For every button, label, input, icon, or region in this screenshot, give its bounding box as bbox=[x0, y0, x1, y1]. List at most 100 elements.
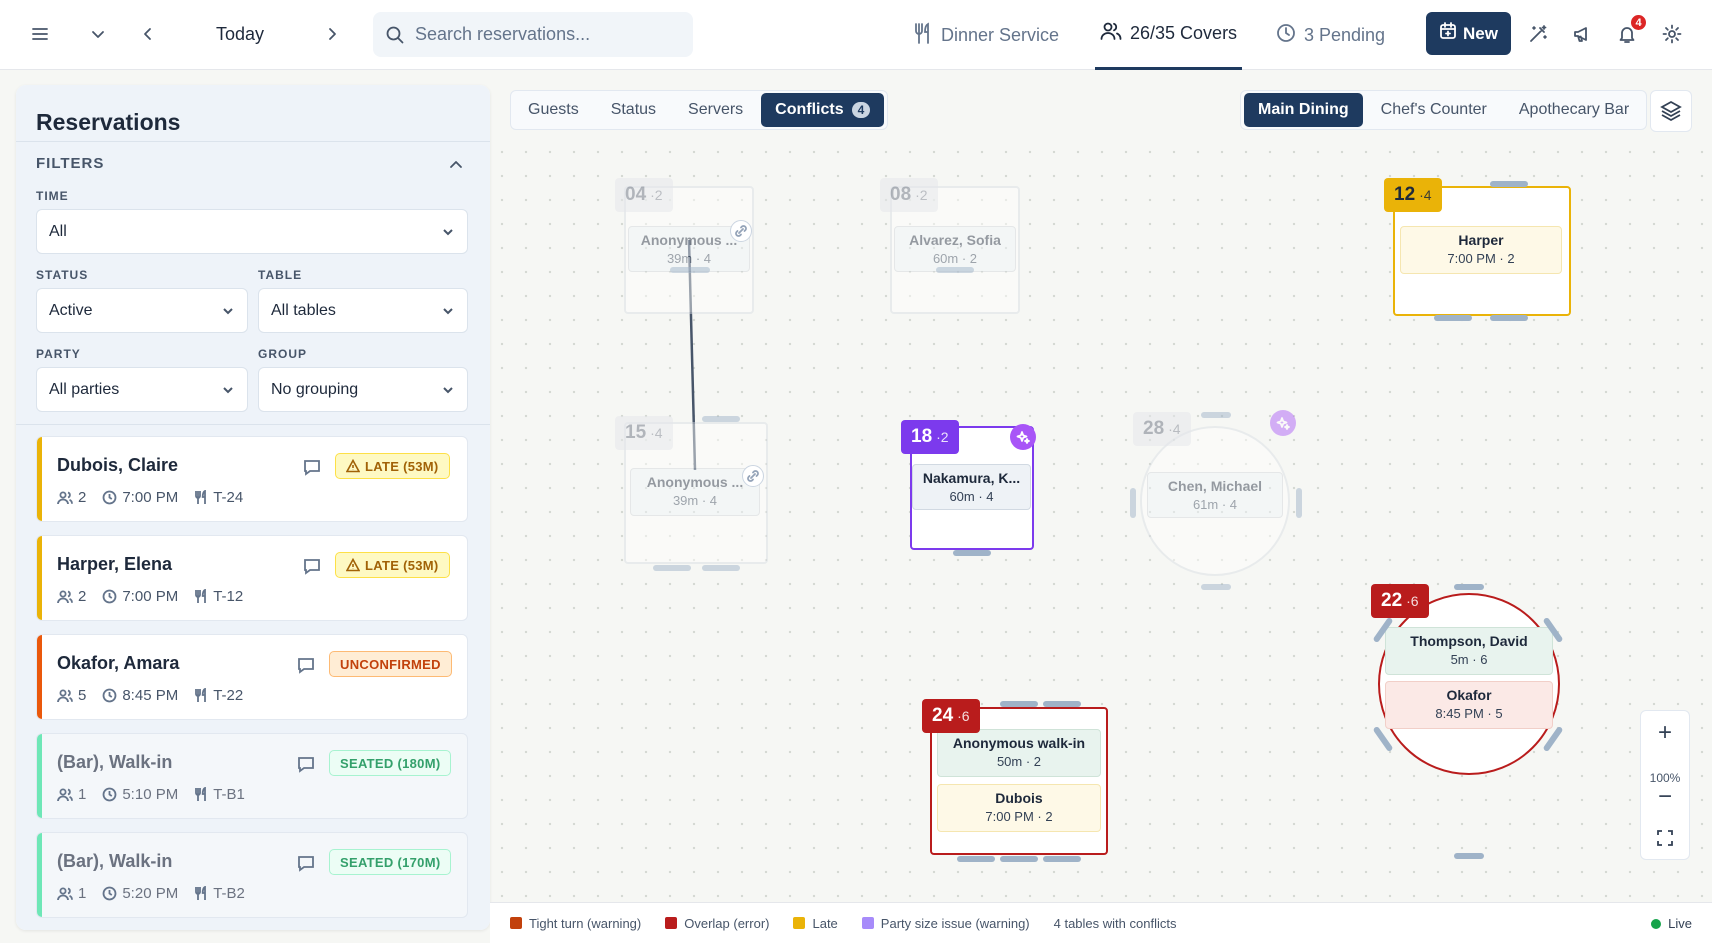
chevron-down-icon bbox=[443, 228, 453, 235]
group-filter-select[interactable]: No grouping bbox=[258, 367, 468, 412]
party-size: 1 bbox=[57, 786, 86, 803]
pending-label: 3 Pending bbox=[1304, 24, 1386, 45]
pending-tab[interactable]: 3 Pending bbox=[1276, 0, 1385, 70]
note-icon[interactable] bbox=[296, 655, 316, 680]
zoom-out-button[interactable]: − bbox=[1641, 783, 1689, 811]
reservation-chip[interactable]: Alvarez, Sofia 60m · 2 bbox=[894, 226, 1016, 272]
tab-conflicts[interactable]: Conflicts 4 bbox=[761, 93, 885, 127]
reservation-detail: 50m · 2 bbox=[996, 754, 1042, 769]
covers-tab[interactable]: 26/35 Covers bbox=[1095, 0, 1243, 70]
next-day-button[interactable] bbox=[318, 20, 346, 48]
table-22[interactable]: Thompson, David 5m · 6 Okafor 8:45 PM · … bbox=[1378, 593, 1560, 775]
table-capacity: ·2 bbox=[915, 187, 928, 203]
prev-day-button[interactable] bbox=[134, 20, 162, 48]
note-icon[interactable] bbox=[302, 556, 322, 581]
status-text: SEATED (180M) bbox=[340, 755, 441, 771]
service-selector[interactable]: Dinner Service bbox=[913, 0, 1059, 70]
layers-button[interactable] bbox=[1650, 90, 1692, 132]
table-capacity: ·4 bbox=[650, 425, 663, 441]
time-filter-select[interactable]: All bbox=[36, 209, 468, 254]
chevron-down-icon[interactable] bbox=[84, 20, 112, 48]
filters-section: Reservations FILTERS TIME All STATUS Act… bbox=[16, 85, 490, 425]
status-badge: UNCONFIRMED bbox=[329, 651, 452, 677]
party-filter-select[interactable]: All parties bbox=[36, 367, 248, 412]
table-08-label: 08·2 bbox=[880, 178, 938, 212]
reservation-chip[interactable]: Okafor 8:45 PM · 5 bbox=[1385, 681, 1553, 729]
reservation-time: 7:00 PM bbox=[102, 489, 178, 506]
reservation-chip[interactable]: Chen, Michael 61m · 4 bbox=[1147, 472, 1283, 518]
date-label[interactable]: Today bbox=[200, 20, 280, 48]
table-assignment: T-B2 bbox=[194, 885, 245, 902]
reservation-detail: 60m · 4 bbox=[949, 489, 994, 504]
tab-servers[interactable]: Servers bbox=[674, 93, 757, 127]
table-text: T-12 bbox=[213, 588, 244, 605]
note-icon[interactable] bbox=[296, 754, 316, 779]
search-input[interactable] bbox=[415, 24, 675, 45]
reservation-chip[interactable]: Thompson, David 5m · 6 bbox=[1385, 627, 1553, 675]
reservation-detail: 39m · 4 bbox=[666, 251, 712, 266]
time-text: 7:00 PM bbox=[122, 588, 179, 605]
seat bbox=[1043, 701, 1081, 707]
room-chefs-counter[interactable]: Chef's Counter bbox=[1367, 93, 1501, 127]
reservation-card[interactable]: (Bar), Walk-in SEATED (170M) 1 5:20 PM T… bbox=[36, 832, 468, 918]
layers-icon bbox=[1660, 100, 1682, 122]
magic-wand-icon[interactable] bbox=[1524, 20, 1552, 48]
collapse-filters-chevron-up-icon[interactable] bbox=[446, 155, 466, 175]
reservation-chip[interactable]: Anonymous walk-in 50m · 2 bbox=[937, 729, 1101, 777]
table-number: 08 bbox=[890, 184, 912, 205]
table-filter-select[interactable]: All tables bbox=[258, 288, 468, 333]
fullscreen-icon[interactable] bbox=[1641, 829, 1689, 849]
live-indicator: Live bbox=[1651, 903, 1692, 943]
reservation-card[interactable]: Harper, Elena LATE (53M) 2 7:00 PM T-12 bbox=[36, 535, 468, 621]
reservation-detail: 7:00 PM · 2 bbox=[1447, 251, 1515, 266]
reservation-chip[interactable]: Anonymous ... 39m · 4 bbox=[630, 468, 760, 516]
reservation-time: 5:20 PM bbox=[102, 885, 178, 902]
tab-status[interactable]: Status bbox=[597, 93, 670, 127]
note-icon[interactable] bbox=[302, 457, 322, 482]
status-filter-select[interactable]: Active bbox=[36, 288, 248, 333]
table-15-label: 15·4 bbox=[615, 416, 673, 450]
megaphone-icon[interactable] bbox=[1568, 20, 1596, 48]
room-apothecary-bar[interactable]: Apothecary Bar bbox=[1505, 93, 1643, 127]
reservation-card[interactable]: Okafor, Amara UNCONFIRMED 5 8:45 PM T-22 bbox=[36, 634, 468, 720]
settings-gear-icon[interactable] bbox=[1658, 20, 1686, 48]
party-size-sparkle-icon[interactable] bbox=[1270, 410, 1296, 436]
reservation-card[interactable]: Dubois, Claire LATE (53M) 2 7:00 PM T-24 bbox=[36, 436, 468, 522]
seat bbox=[953, 550, 991, 556]
party-size-sparkle-icon[interactable] bbox=[1010, 424, 1036, 450]
reservation-name: Anonymous ... bbox=[646, 474, 744, 490]
table-18-label: 18·2 bbox=[901, 420, 959, 454]
guest-name: Harper, Elena bbox=[57, 554, 173, 574]
table-assignment: T-22 bbox=[194, 687, 243, 704]
time-text: 5:20 PM bbox=[122, 885, 179, 902]
party-count: 2 bbox=[78, 489, 87, 506]
status-badge: SEATED (170M) bbox=[329, 849, 452, 875]
link-icon bbox=[730, 220, 752, 242]
reservation-chip[interactable]: Dubois 7:00 PM · 2 bbox=[937, 784, 1101, 832]
clock-icon bbox=[1276, 23, 1296, 48]
floor-canvas[interactable]: Anonymous ... 39m · 4 04·2 Alvarez, Sofi… bbox=[490, 140, 1712, 910]
reservation-card[interactable]: (Bar), Walk-in SEATED (180M) 1 5:10 PM T… bbox=[36, 733, 468, 819]
table-04-label: 04·2 bbox=[615, 178, 673, 212]
table-filter-value: All tables bbox=[271, 301, 336, 319]
reservation-chip[interactable]: Harper 7:00 PM · 2 bbox=[1400, 226, 1562, 274]
status-text: SEATED (170M) bbox=[340, 854, 441, 870]
reservation-time: 5:10 PM bbox=[102, 786, 178, 803]
search-bar[interactable] bbox=[373, 12, 693, 57]
menu-icon[interactable] bbox=[26, 20, 54, 48]
reservation-name: Okafor bbox=[1446, 687, 1492, 703]
reservation-name: Chen, Michael bbox=[1167, 478, 1263, 494]
table-28[interactable]: Chen, Michael 61m · 4 bbox=[1140, 426, 1290, 576]
room-main-dining[interactable]: Main Dining bbox=[1244, 93, 1363, 127]
reservation-detail: 7:00 PM · 2 bbox=[985, 809, 1053, 824]
note-icon[interactable] bbox=[296, 853, 316, 878]
reservation-list: Dubois, Claire LATE (53M) 2 7:00 PM T-24… bbox=[16, 425, 490, 930]
tab-guests[interactable]: Guests bbox=[514, 93, 593, 127]
zoom-in-button[interactable]: + bbox=[1641, 719, 1689, 747]
service-label: Dinner Service bbox=[941, 24, 1060, 45]
legend-item: Party size issue (warning) bbox=[861, 916, 1030, 931]
reservation-chip[interactable]: Nakamura, K... 60m · 4 bbox=[912, 464, 1031, 510]
reservation-detail: 8:45 PM · 5 bbox=[1435, 706, 1503, 721]
guest-name: Dubois, Claire bbox=[57, 455, 179, 475]
new-reservation-button[interactable]: New bbox=[1426, 12, 1511, 55]
